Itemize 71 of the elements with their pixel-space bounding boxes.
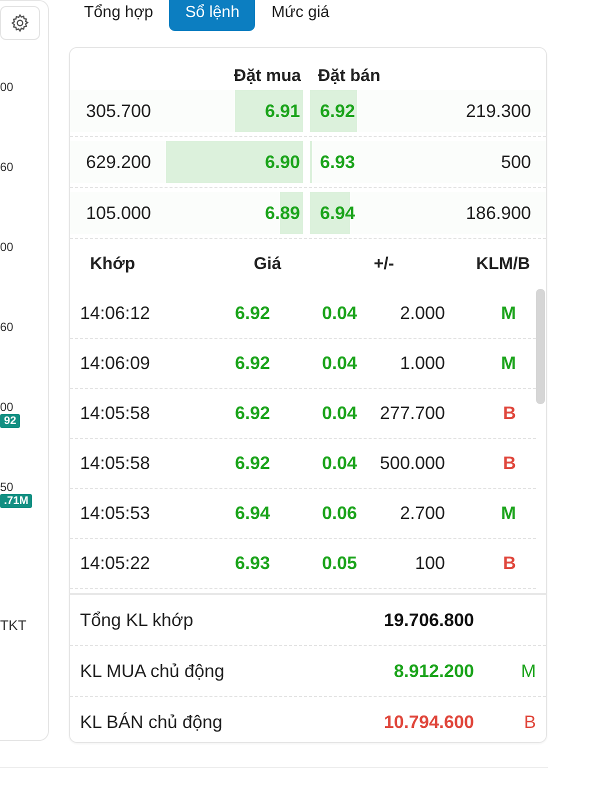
trade-time: 14:05:22 [80, 553, 152, 574]
trade-price: 6.93 [234, 553, 270, 574]
ask-volume: 186.900 [466, 202, 531, 224]
axis-label: 00 [0, 240, 14, 254]
bid-volume: 305.700 [86, 100, 152, 122]
trade-side: M [501, 303, 516, 324]
trade-price: 6.92 [234, 303, 270, 324]
column-header: Giá [254, 254, 282, 274]
settings-icon [10, 13, 30, 33]
trade-price: 6.94 [234, 503, 270, 524]
trade-volume: 2.700 [400, 503, 445, 524]
price-change: 0.04 [322, 303, 357, 324]
trade-volume: 2.000 [400, 303, 445, 324]
trade-volume: 100 [414, 553, 445, 574]
price-badge: .71M [0, 494, 32, 508]
scrollbar-thumb[interactable] [536, 289, 545, 404]
column-header: Đặt bán [318, 66, 382, 86]
summary-label: KL MUA chủ động [80, 660, 226, 682]
price-badge: 92 [0, 414, 20, 428]
panel-label: TKT [0, 617, 28, 633]
summary-label: Tổng KL khớp [80, 610, 194, 630]
price-change: 0.04 [322, 403, 357, 424]
trade-price: 6.92 [234, 403, 270, 424]
trade-side: B [503, 453, 516, 474]
axis-label: 60 [0, 320, 14, 334]
ask-price: 6.92 [320, 100, 356, 122]
trade-volume: 277.700 [380, 403, 445, 424]
tab[interactable]: Tổng hợp [72, 0, 166, 31]
trade-volume: 500.000 [380, 453, 445, 474]
column-header: +/- [374, 254, 394, 274]
ask-volume: 219.300 [466, 100, 531, 122]
column-header: KLM/B [476, 254, 530, 274]
bid-price: 6.91 [264, 100, 300, 122]
settings-button[interactable] [0, 6, 40, 40]
tab[interactable]: Sổ lệnh [169, 0, 256, 31]
axis-label: 00 [0, 400, 14, 414]
axis-label: 50 [0, 480, 14, 494]
trade-time: 14:05:58 [80, 403, 152, 424]
trade-time: 14:06:09 [80, 353, 152, 374]
trade-side: B [503, 403, 516, 424]
column-header: Đặt mua [234, 66, 301, 86]
summary-side: M [521, 660, 536, 682]
trade-price: 6.92 [234, 353, 270, 374]
axis-label: 00 [0, 80, 14, 94]
bid-volume: 629.200 [86, 152, 152, 172]
ask-price: 6.94 [320, 202, 356, 224]
summary-value: 10.794.600 [384, 712, 474, 732]
tab[interactable]: Mức giá [259, 0, 342, 31]
trade-time: 14:05:58 [80, 453, 152, 474]
trade-time: 14:05:53 [80, 503, 152, 524]
trade-side: M [501, 353, 516, 374]
ask-price: 6.93 [320, 152, 356, 172]
summary-value: 8.912.200 [394, 660, 474, 682]
trade-time: 14:06:12 [80, 303, 152, 324]
trade-price: 6.92 [234, 453, 270, 474]
axis-label: 60 [0, 160, 14, 174]
price-change: 0.04 [322, 453, 357, 474]
summary-value: 19.706.800 [384, 610, 474, 630]
bid-volume: 105.000 [86, 202, 152, 224]
trade-side: B [503, 553, 516, 574]
ask-volume: 500 [500, 152, 531, 172]
bid-price: 6.90 [264, 152, 300, 172]
trade-side: M [501, 503, 516, 524]
summary-side: B [524, 712, 536, 732]
column-header: Khớp [90, 254, 136, 274]
price-change: 0.04 [322, 353, 357, 374]
price-change: 0.05 [322, 553, 357, 574]
summary-label: KL BÁN chủ động [80, 712, 224, 732]
price-change: 0.06 [322, 503, 357, 524]
bid-price: 6.89 [264, 202, 300, 224]
trade-volume: 1.000 [400, 353, 445, 374]
